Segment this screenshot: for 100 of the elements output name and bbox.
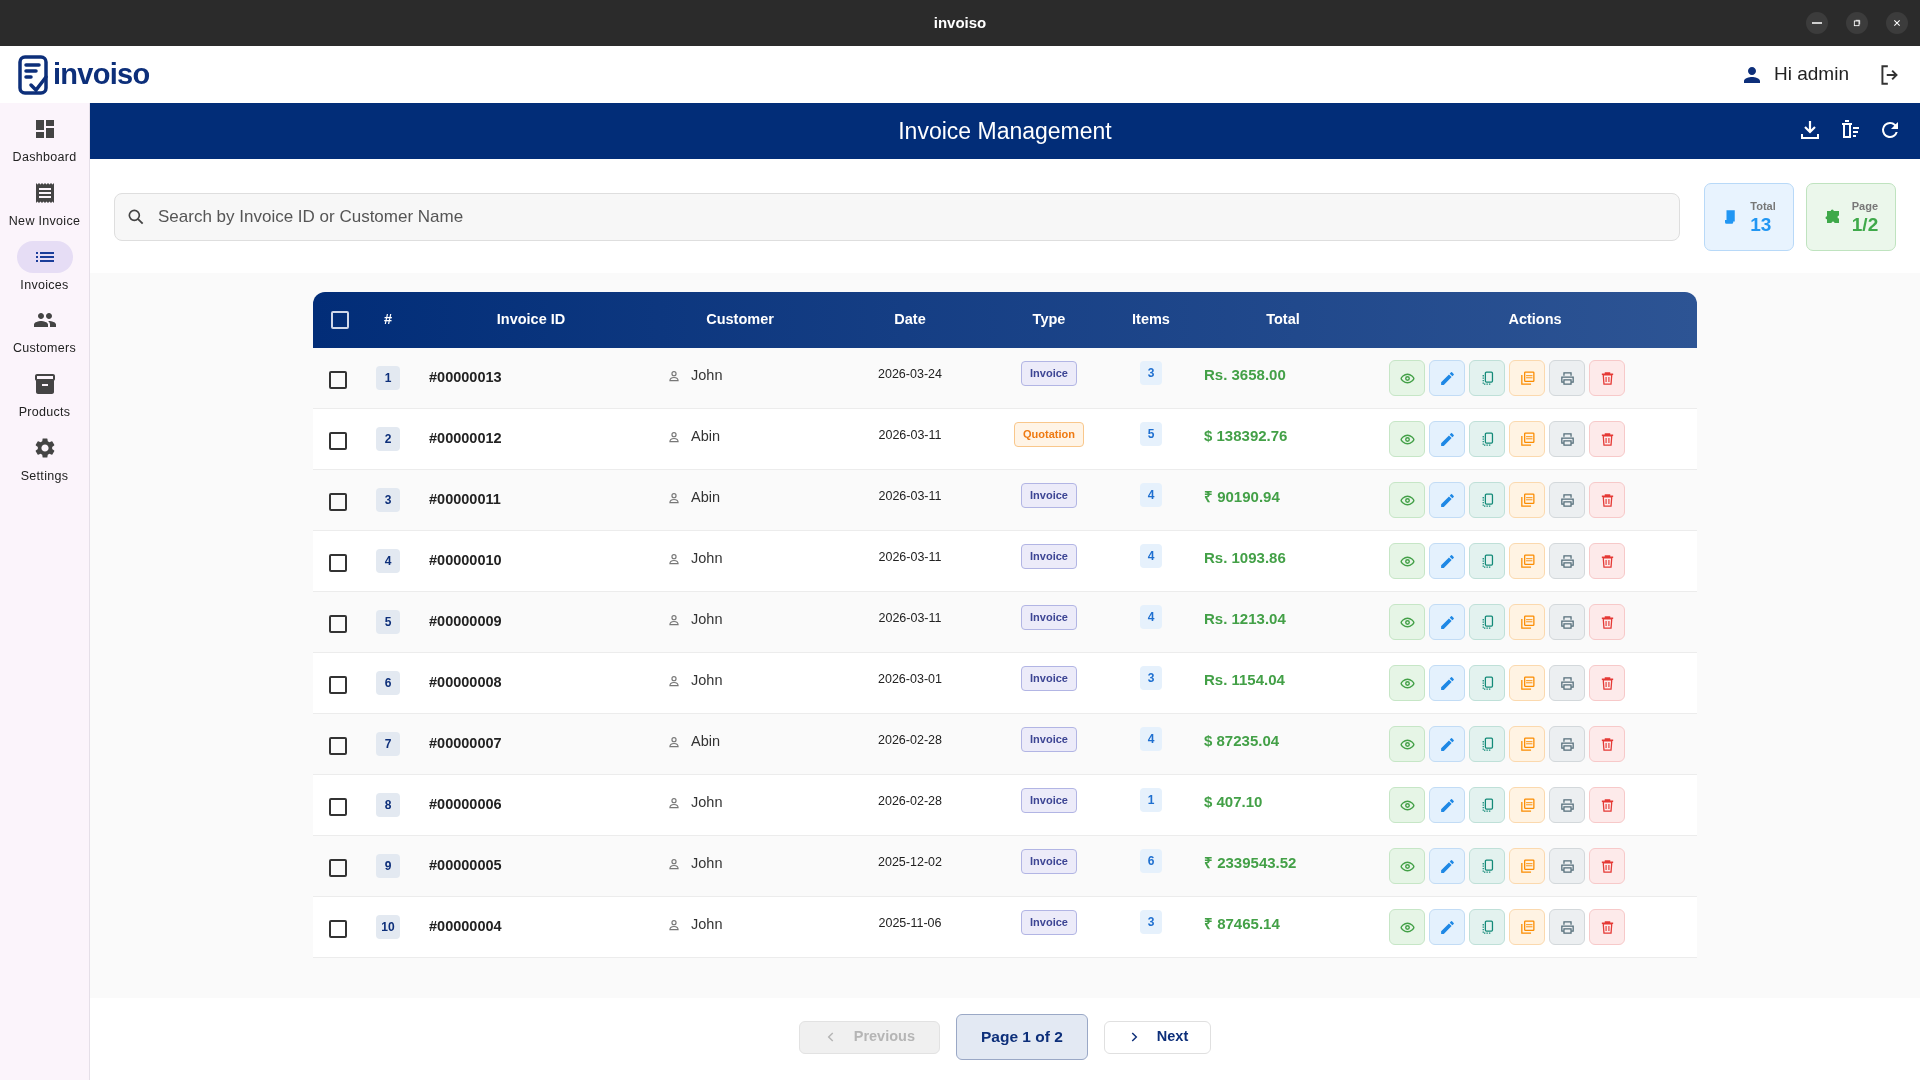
pdf-button[interactable] <box>1509 543 1545 579</box>
print-button[interactable] <box>1549 848 1585 884</box>
pdf-button[interactable] <box>1509 909 1545 945</box>
edit-button[interactable] <box>1429 726 1465 762</box>
print-button[interactable] <box>1549 421 1585 457</box>
delete-button[interactable] <box>1589 543 1625 579</box>
edit-button[interactable] <box>1429 360 1465 396</box>
page-title: Invoice Management <box>898 116 1112 146</box>
pdf-button[interactable] <box>1509 726 1545 762</box>
download-button[interactable] <box>1798 118 1822 142</box>
edit-button[interactable] <box>1429 787 1465 823</box>
row-number: 10 <box>376 915 400 939</box>
edit-button[interactable] <box>1429 848 1465 884</box>
search-field[interactable]: Search by Invoice ID or Customer Name <box>114 193 1680 241</box>
view-button[interactable] <box>1389 482 1425 518</box>
sidebar-item[interactable]: Dashboard <box>0 113 89 167</box>
delete-button[interactable] <box>1589 848 1625 884</box>
item-count: 1 <box>1140 788 1162 812</box>
row-number: 3 <box>376 488 400 512</box>
view-button[interactable] <box>1389 604 1425 640</box>
pdf-button[interactable] <box>1509 604 1545 640</box>
print-button[interactable] <box>1549 909 1585 945</box>
sidebar-item[interactable]: New Invoice <box>0 176 89 231</box>
delete-button[interactable] <box>1589 909 1625 945</box>
checkbox[interactable] <box>329 554 347 572</box>
checkbox[interactable] <box>329 493 347 511</box>
pdf-button[interactable] <box>1509 665 1545 701</box>
duplicate-button[interactable] <box>1469 665 1505 701</box>
close-button[interactable] <box>1886 12 1908 34</box>
print-button[interactable] <box>1549 787 1585 823</box>
print-button[interactable] <box>1549 604 1585 640</box>
duplicate-button[interactable] <box>1469 909 1505 945</box>
printer-icon <box>1558 491 1576 509</box>
view-button[interactable] <box>1389 909 1425 945</box>
view-button[interactable] <box>1389 421 1425 457</box>
view-button[interactable] <box>1389 543 1425 579</box>
sidebar-item[interactable]: Invoices <box>0 240 89 295</box>
checkbox[interactable] <box>329 371 347 389</box>
duplicate-button[interactable] <box>1469 726 1505 762</box>
checkbox[interactable] <box>329 432 347 450</box>
duplicate-button[interactable] <box>1469 604 1505 640</box>
edit-button[interactable] <box>1429 482 1465 518</box>
duplicate-button[interactable] <box>1469 848 1505 884</box>
pdf-button[interactable] <box>1509 482 1545 518</box>
print-button[interactable] <box>1549 665 1585 701</box>
checkbox[interactable] <box>329 615 347 633</box>
print-button[interactable] <box>1549 726 1585 762</box>
duplicate-button[interactable] <box>1469 360 1505 396</box>
print-button[interactable] <box>1549 482 1585 518</box>
checkbox[interactable] <box>329 798 347 816</box>
date-text: 2026-03-11 <box>878 610 942 627</box>
checkbox[interactable] <box>329 676 347 694</box>
total-amount: Rs. 1213.04 <box>1204 610 1286 627</box>
edit-button[interactable] <box>1429 604 1465 640</box>
pdf-button[interactable] <box>1509 421 1545 457</box>
checkbox[interactable] <box>329 920 347 938</box>
minimize-button[interactable] <box>1806 12 1828 34</box>
edit-button[interactable] <box>1429 421 1465 457</box>
person-icon <box>667 551 681 566</box>
item-count: 6 <box>1140 849 1162 873</box>
next-button[interactable]: Next <box>1103 1020 1212 1054</box>
edit-button[interactable] <box>1429 665 1465 701</box>
view-button[interactable] <box>1389 848 1425 884</box>
date-text: 2025-11-06 <box>878 915 942 932</box>
checkbox[interactable] <box>329 737 347 755</box>
delete-button[interactable] <box>1589 726 1625 762</box>
view-button[interactable] <box>1389 726 1425 762</box>
print-button[interactable] <box>1549 543 1585 579</box>
view-button[interactable] <box>1389 360 1425 396</box>
duplicate-button[interactable] <box>1469 543 1505 579</box>
sidebar-item[interactable]: Settings <box>0 431 89 486</box>
pdf-button[interactable] <box>1509 360 1545 396</box>
printer-icon <box>1558 613 1576 631</box>
delete-button[interactable] <box>1589 604 1625 640</box>
duplicate-button[interactable] <box>1469 787 1505 823</box>
delete-button[interactable] <box>1589 421 1625 457</box>
sidebar-item[interactable]: Customers <box>0 304 89 358</box>
duplicate-button[interactable] <box>1469 421 1505 457</box>
pdf-button[interactable] <box>1509 848 1545 884</box>
documents-icon <box>1518 552 1536 570</box>
view-button[interactable] <box>1389 787 1425 823</box>
edit-button[interactable] <box>1429 909 1465 945</box>
delete-button[interactable] <box>1589 360 1625 396</box>
edit-button[interactable] <box>1429 543 1465 579</box>
delete-button[interactable] <box>1589 665 1625 701</box>
print-button[interactable] <box>1549 360 1585 396</box>
invoice-id: #00000008 <box>429 674 502 690</box>
search-icon <box>126 207 146 227</box>
printer-icon <box>1558 735 1576 753</box>
printer-icon <box>1558 369 1576 387</box>
pdf-button[interactable] <box>1509 787 1545 823</box>
delete-button[interactable] <box>1589 787 1625 823</box>
delete-button[interactable] <box>1589 482 1625 518</box>
total-amount: Rs. 3658.00 <box>1204 366 1286 383</box>
sidebar-item[interactable]: Products <box>0 368 89 422</box>
column-header: Items <box>1132 310 1170 330</box>
checkbox[interactable] <box>329 859 347 877</box>
duplicate-button[interactable] <box>1469 482 1505 518</box>
view-button[interactable] <box>1389 665 1425 701</box>
restore-button[interactable] <box>1846 12 1868 34</box>
